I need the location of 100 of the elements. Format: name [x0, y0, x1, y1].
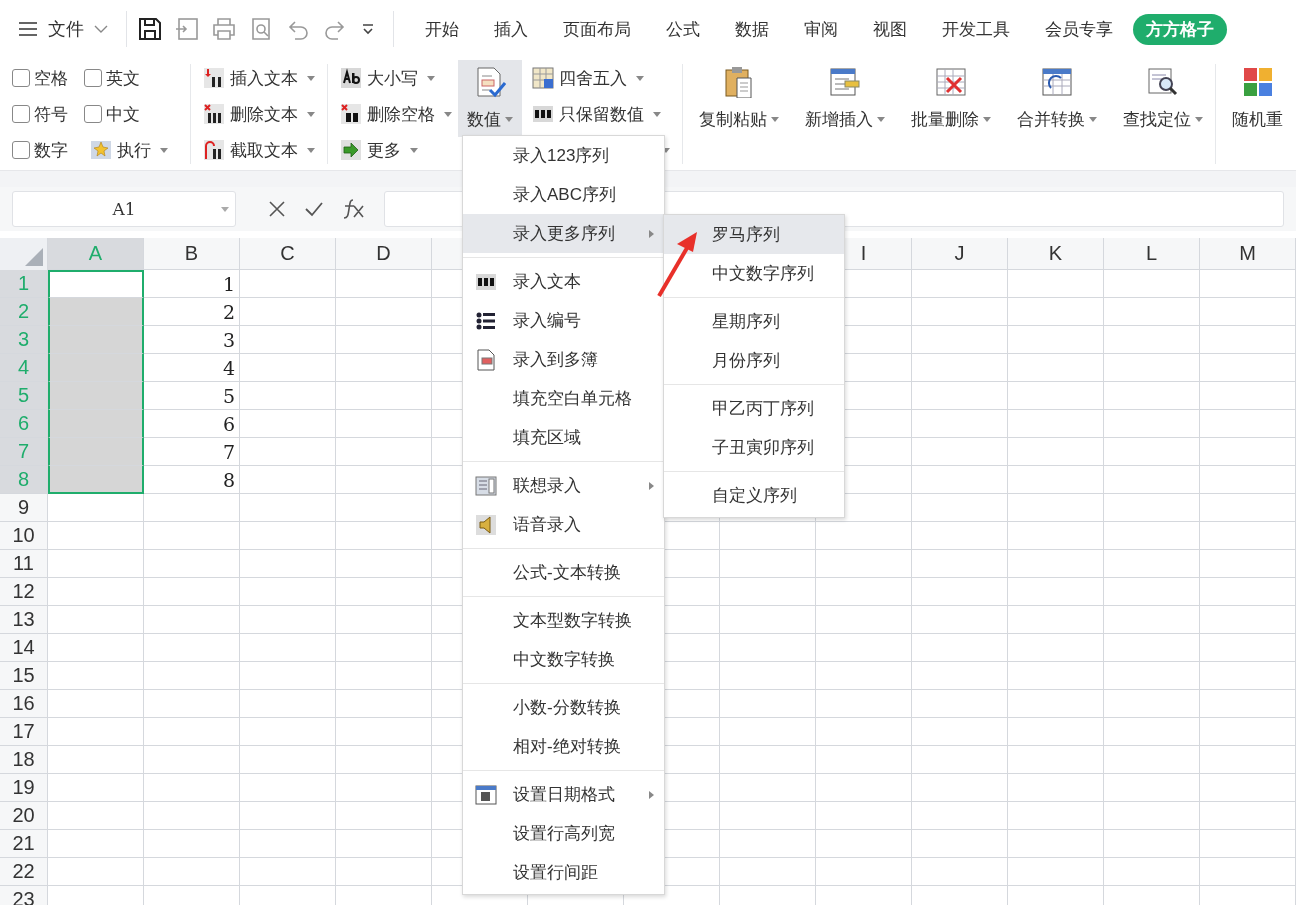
text-tool-button[interactable]: 删除文本 [197, 96, 321, 132]
menu-item[interactable]: 子丑寅卯序列 [664, 428, 844, 467]
row-header[interactable]: 12 [0, 578, 48, 606]
tool-button[interactable]: 随机重 [1222, 60, 1289, 131]
menu-item[interactable]: 填充区域 [463, 418, 664, 457]
save-icon[interactable] [137, 16, 163, 42]
column-header[interactable]: D [336, 238, 432, 270]
menu-item[interactable]: 罗马序列 [664, 215, 844, 254]
checkbox-box[interactable] [12, 69, 30, 87]
menu-item[interactable]: 月份序列 [664, 341, 844, 380]
checkbox[interactable]: 数字 [12, 138, 84, 162]
column-header[interactable]: L [1104, 238, 1200, 270]
row-header[interactable]: 17 [0, 718, 48, 746]
cancel-icon[interactable] [268, 200, 286, 218]
column-header[interactable]: K [1008, 238, 1104, 270]
table-cell[interactable] [48, 410, 144, 438]
text-tool-button[interactable]: 截取文本 [197, 132, 321, 168]
checkbox[interactable]: 中文 [84, 102, 184, 126]
table-cell[interactable] [48, 326, 144, 354]
menu-item[interactable]: 录入文本 [463, 262, 664, 301]
menu-item[interactable]: 联想录入 [463, 466, 664, 505]
menu-item[interactable]: 录入ABC序列 [463, 175, 664, 214]
number-tool-button[interactable]: 四舍五入 [526, 60, 676, 96]
ribbon-tab[interactable]: 页面布局 [548, 13, 646, 45]
ribbon-tab[interactable]: 视图 [858, 13, 922, 45]
menu-item[interactable]: 中文数字转换 [463, 640, 664, 679]
column-header[interactable]: B [144, 238, 240, 270]
menu-item[interactable]: 语音录入 [463, 505, 664, 544]
ribbon-tab[interactable]: 会员专享 [1030, 13, 1128, 45]
row-header[interactable]: 13 [0, 606, 48, 634]
ribbon-tab[interactable]: 数据 [720, 13, 784, 45]
table-cell[interactable] [48, 354, 144, 382]
row-header[interactable]: 9 [0, 494, 48, 522]
table-cell[interactable]: 4 [144, 354, 240, 382]
row-header[interactable]: 11 [0, 550, 48, 578]
tool-button[interactable]: 合并转换 [1011, 60, 1103, 131]
confirm-icon[interactable] [304, 201, 324, 217]
menu-item[interactable]: 设置行间距 [463, 853, 664, 892]
menu-item[interactable]: 文本型数字转换 [463, 601, 664, 640]
row-header[interactable]: 19 [0, 774, 48, 802]
row-header[interactable]: 18 [0, 746, 48, 774]
menu-item[interactable]: 录入到多簿 [463, 340, 664, 379]
export-icon[interactable] [174, 16, 200, 42]
print-icon[interactable] [211, 16, 237, 42]
table-cell[interactable]: 5 [144, 382, 240, 410]
ribbon-tab[interactable]: 插入 [479, 13, 543, 45]
ribbon-tab[interactable]: 公式 [651, 13, 715, 45]
menu-item[interactable]: 星期序列 [664, 302, 844, 341]
menu-item[interactable]: 相对-绝对转换 [463, 727, 664, 766]
menu-item[interactable]: 录入编号 [463, 301, 664, 340]
table-cell[interactable]: 7 [144, 438, 240, 466]
column-header[interactable]: J [912, 238, 1008, 270]
menu-item[interactable]: 录入123序列 [463, 136, 664, 175]
table-cell[interactable] [48, 270, 144, 298]
checkbox-box[interactable] [12, 141, 30, 159]
table-cell[interactable]: 8 [144, 466, 240, 494]
menu-item[interactable]: 自定义序列 [664, 476, 844, 515]
menu-item[interactable]: 设置行高列宽 [463, 814, 664, 853]
row-header[interactable]: 15 [0, 662, 48, 690]
tool-button[interactable]: 查找定位 [1117, 60, 1209, 131]
ribbon-tab[interactable]: 审阅 [789, 13, 853, 45]
table-cell[interactable] [48, 438, 144, 466]
row-header[interactable]: 21 [0, 830, 48, 858]
menu-item[interactable]: 公式-文本转换 [463, 553, 664, 592]
table-cell[interactable]: 1 [144, 270, 240, 298]
row-header[interactable]: 16 [0, 690, 48, 718]
menu-item[interactable]: 录入更多序列 [463, 214, 664, 253]
checkbox[interactable]: 符号 [12, 102, 84, 126]
checkbox-box[interactable] [84, 69, 102, 87]
table-cell[interactable]: 3 [144, 326, 240, 354]
menu-item[interactable]: 设置日期格式 [463, 775, 664, 814]
number-tool-button[interactable]: 只保留数值 [526, 96, 676, 132]
name-box[interactable]: A1 [12, 191, 236, 227]
tool-button[interactable]: 批量删除 [905, 60, 997, 131]
ribbon-tab[interactable]: 开始 [410, 13, 474, 45]
checkbox[interactable]: 空格 [12, 66, 84, 90]
row-header[interactable]: 22 [0, 858, 48, 886]
ribbon-tab[interactable]: 开发工具 [927, 13, 1025, 45]
select-all-corner[interactable] [0, 238, 48, 270]
tool-button[interactable]: 复制粘贴 [693, 60, 785, 131]
menu-item[interactable]: 甲乙丙丁序列 [664, 389, 844, 428]
row-header[interactable]: 10 [0, 522, 48, 550]
column-header[interactable]: M [1200, 238, 1296, 270]
checkbox-box[interactable] [12, 105, 30, 123]
menu-item[interactable]: 填充空白单元格 [463, 379, 664, 418]
column-header[interactable]: C [240, 238, 336, 270]
checkbox[interactable]: 英文 [84, 66, 184, 90]
table-cell[interactable] [48, 382, 144, 410]
checkbox-box[interactable] [84, 105, 102, 123]
table-cell[interactable]: 6 [144, 410, 240, 438]
run-button[interactable]: 执行 [84, 132, 184, 168]
case-tool-button[interactable]: 删除空格 [334, 96, 458, 132]
text-tool-button[interactable]: 插入文本 [197, 60, 321, 96]
menu-item[interactable]: 小数-分数转换 [463, 688, 664, 727]
table-cell[interactable] [48, 298, 144, 326]
tool-button[interactable]: 新增插入 [799, 60, 891, 131]
row-header[interactable]: 20 [0, 802, 48, 830]
file-menu[interactable]: 文件 [18, 17, 120, 41]
case-tool-button[interactable]: 大小写 [334, 60, 458, 96]
row-header[interactable]: 14 [0, 634, 48, 662]
